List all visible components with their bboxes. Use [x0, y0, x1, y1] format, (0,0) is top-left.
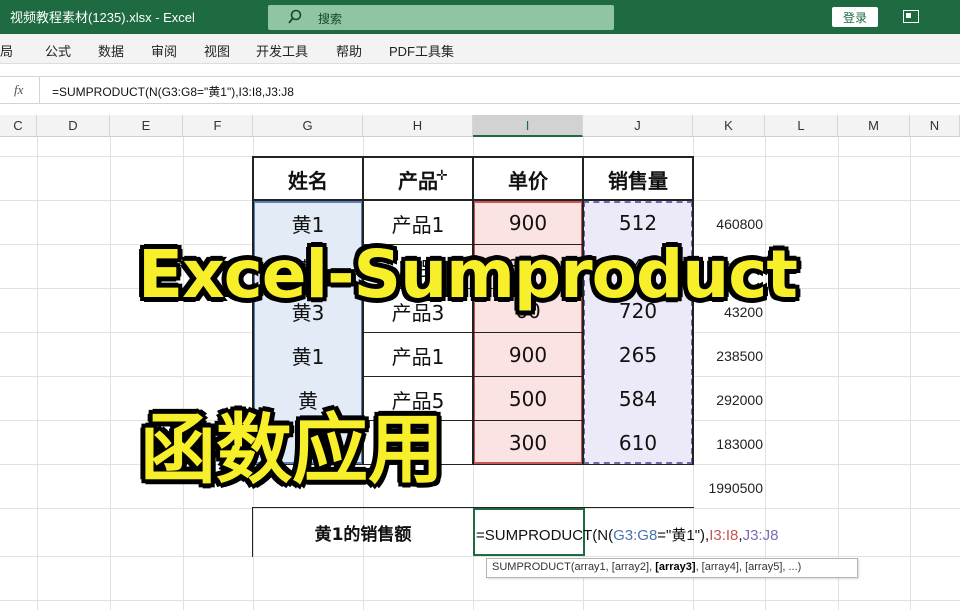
column-header-f[interactable]: F [183, 115, 253, 137]
formula-range-j: J3:J8 [742, 527, 779, 544]
table-cell[interactable]: 610 [583, 421, 693, 465]
tab-help[interactable]: 帮助 [336, 41, 362, 60]
k-cell-value[interactable]: 292000 [683, 392, 763, 408]
column-header-k[interactable]: K [693, 115, 765, 137]
tab-view[interactable]: 视图 [204, 41, 230, 60]
search-box[interactable]: 搜索 [268, 5, 614, 30]
tab-pdf-tools[interactable]: PDF工具集 [389, 41, 454, 60]
tooltip-text: , [array4], [array5], ...) [695, 561, 802, 573]
header-sales-qty[interactable]: 销售量 [583, 158, 693, 200]
overlay-subtitle: 函数应用 [140, 405, 444, 494]
tooltip-current-arg: [array3] [655, 561, 696, 573]
formula-range-i: I3:I8 [709, 527, 739, 544]
formula-bar: fx =SUMPRODUCT(N(G3:G8="黄1"),I3:I8,J3:J8 [0, 76, 960, 104]
column-header-e[interactable]: E [110, 115, 183, 137]
table-cell[interactable]: 265 [583, 333, 693, 377]
insert-function-icon[interactable]: fx [14, 82, 23, 98]
cell-formula-editor[interactable]: =SUMPRODUCT(N(G3:G8="黄1"),I3:I8,J3:J8 [476, 524, 778, 545]
login-button[interactable]: 登录 [832, 7, 878, 27]
table-cell[interactable]: 产品1 [363, 333, 473, 377]
column-header-c[interactable]: C [0, 115, 37, 137]
table-cell[interactable]: 900 [473, 333, 583, 377]
table-cell[interactable]: 300 [473, 421, 583, 465]
tab-layout[interactable]: 局 [0, 41, 13, 60]
formula-range-g: G3:G8 [613, 527, 658, 544]
k-total-value[interactable]: 1990500 [683, 480, 763, 496]
formula-part: =SUMPRODUCT(N( [476, 527, 614, 544]
column-header-j[interactable]: J [583, 115, 693, 137]
table-cell[interactable]: 黄1 [253, 333, 363, 377]
column-header-m[interactable]: M [838, 115, 910, 137]
table-cell[interactable]: 500 [473, 377, 583, 421]
title-bar: 视频教程素材(1235).xlsx - Excel 搜索 登录 [0, 0, 960, 34]
formula-input[interactable]: =SUMPRODUCT(N(G3:G8="黄1"),I3:I8,J3:J8 [52, 83, 294, 100]
search-icon [288, 9, 302, 24]
column-header-d[interactable]: D [37, 115, 110, 137]
column-header-i[interactable]: I [473, 115, 583, 137]
summary-label[interactable]: 黄1的销售额 [253, 508, 473, 556]
header-name[interactable]: 姓名 [253, 158, 363, 200]
k-cell-value[interactable]: 183000 [683, 436, 763, 452]
tab-review[interactable]: 审阅 [151, 41, 177, 60]
function-tooltip[interactable]: SUMPRODUCT(array1, [array2], [array3], [… [486, 558, 858, 578]
column-header-n[interactable]: N [910, 115, 960, 137]
column-header-l[interactable]: L [765, 115, 838, 137]
tooltip-text: SUMPRODUCT(array1, [array2], [492, 561, 656, 573]
column-header-g[interactable]: G [253, 115, 363, 137]
window-title: 视频教程素材(1235).xlsx - Excel [10, 10, 195, 25]
header-product[interactable]: 产品 [363, 158, 473, 200]
column-headers: C D E F G H I J K L M N [0, 115, 960, 137]
tab-developer[interactable]: 开发工具 [256, 41, 308, 60]
k-cell-value[interactable]: 238500 [683, 348, 763, 364]
column-header-h[interactable]: H [363, 115, 473, 137]
cell-cursor-icon: ✛ [436, 167, 448, 183]
search-label: 搜索 [318, 12, 343, 26]
menu-bar: 局 公式 数据 审阅 视图 开发工具 帮助 PDF工具集 [0, 34, 960, 64]
header-unit-price[interactable]: 单价 [473, 158, 583, 200]
k-cell-value[interactable]: 460800 [683, 216, 763, 232]
tab-data[interactable]: 数据 [98, 41, 124, 60]
overlay-title: Excel-Sumproduct [138, 236, 798, 313]
formula-part: ="黄1"), [657, 527, 710, 544]
tab-formulas[interactable]: 公式 [45, 41, 71, 60]
ribbon-display-icon[interactable] [903, 10, 919, 23]
table-cell[interactable]: 584 [583, 377, 693, 421]
